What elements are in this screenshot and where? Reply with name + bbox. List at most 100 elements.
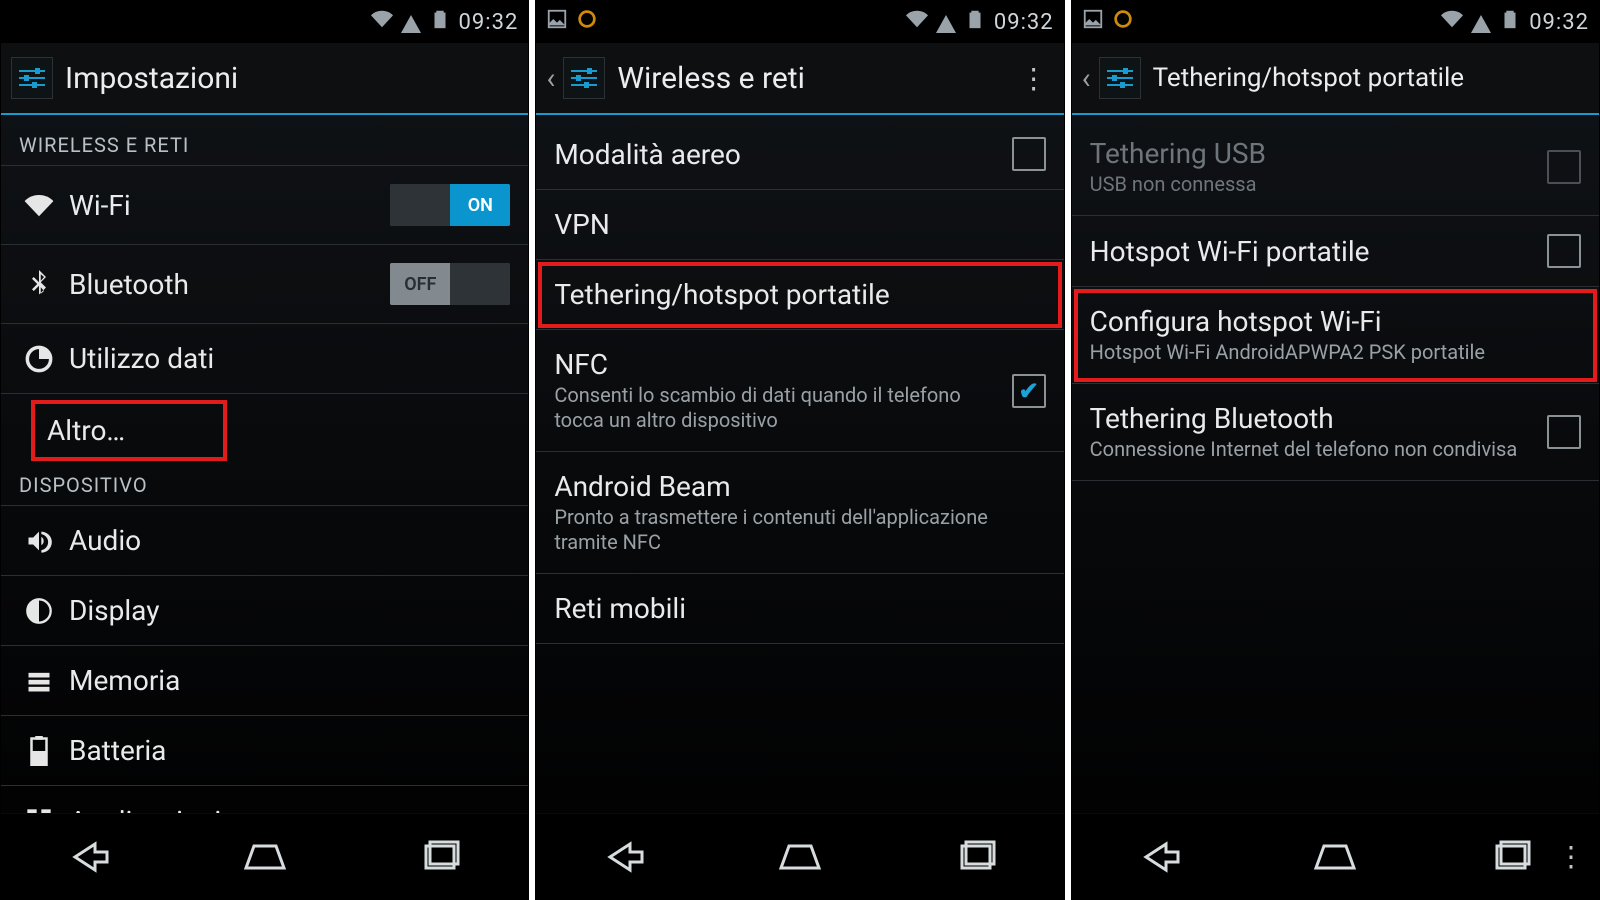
status-bar: 09:32 <box>536 1 1063 43</box>
clock-text: 09:32 <box>994 10 1054 35</box>
battery-icon <box>1499 8 1521 36</box>
row-wifi[interactable]: Wi-Fi ON <box>1 166 528 245</box>
section-wireless: WIRELESS E RETI <box>1 119 528 166</box>
row-battery[interactable]: Batteria <box>1 716 528 786</box>
nav-home[interactable] <box>205 832 325 882</box>
signal-icon <box>401 15 421 33</box>
settings-app-icon[interactable] <box>563 57 605 99</box>
nav-back[interactable] <box>29 832 149 882</box>
row-vpn[interactable]: VPN <box>536 190 1063 260</box>
row-mobile-networks[interactable]: Reti mobili <box>536 574 1063 644</box>
storage-label: Memoria <box>69 664 510 697</box>
configure-sublabel: Hotspot Wi-Fi AndroidAPWPA2 PSK portatil… <box>1090 340 1581 365</box>
row-wifi-hotspot[interactable]: Hotspot Wi-Fi portatile <box>1072 216 1599 287</box>
row-display[interactable]: Display <box>1 576 528 646</box>
row-tethering[interactable]: Tethering/hotspot portatile <box>536 260 1063 330</box>
row-bluetooth[interactable]: Bluetooth OFF <box>1 245 528 324</box>
storage-icon <box>19 667 59 695</box>
row-data-usage[interactable]: Utilizzo dati <box>1 324 528 394</box>
row-more[interactable]: Altro… <box>29 398 229 463</box>
airplane-checkbox[interactable] <box>1012 137 1046 171</box>
bt-sublabel: Connessione Internet del telefono non co… <box>1090 437 1547 462</box>
usb-label: Tethering USB <box>1090 137 1547 170</box>
phone-wireless: 09:32 ‹ Wireless e reti Modalità aereo V… <box>535 0 1064 900</box>
bt-checkbox[interactable] <box>1547 415 1581 449</box>
nfc-checkbox[interactable] <box>1012 374 1046 408</box>
screenshot-notif-icon <box>546 8 568 36</box>
bluetooth-icon <box>19 270 59 298</box>
airplane-label: Modalità aereo <box>554 138 1011 171</box>
wifi-label: Wi-Fi <box>69 189 390 222</box>
display-label: Display <box>69 594 510 627</box>
nav-recent[interactable] <box>916 832 1036 882</box>
nav-back[interactable] <box>1100 832 1220 882</box>
screen-title: Wireless e reti <box>617 61 805 96</box>
row-beam[interactable]: Android Beam Pronto a trasmettere i cont… <box>536 452 1063 574</box>
usb-checkbox <box>1547 150 1581 184</box>
usb-sublabel: USB non connessa <box>1090 172 1547 197</box>
wifi-icon <box>19 190 59 220</box>
battery-icon <box>964 8 986 36</box>
battery-settings-icon <box>19 736 59 766</box>
tethering-list: Tethering USB USB non connessa Hotspot W… <box>1072 115 1599 813</box>
settings-app-icon[interactable] <box>1099 57 1141 99</box>
configure-label: Configura hotspot Wi-Fi <box>1090 305 1581 338</box>
row-storage[interactable]: Memoria <box>1 646 528 716</box>
nav-recent[interactable] <box>380 832 500 882</box>
nfc-sublabel: Consenti lo scambio di dati quando il te… <box>554 383 1011 433</box>
wifi-toggle[interactable]: ON <box>390 184 510 226</box>
back-chevron-icon[interactable]: ‹ <box>1082 61 1091 96</box>
screen-title: Tethering/hotspot portatile <box>1153 63 1464 93</box>
phone-settings: 09:32 Impostazioni WIRELESS E RETI Wi-Fi… <box>0 0 529 900</box>
wireless-list: Modalità aereo VPN Tethering/hotspot por… <box>536 115 1063 813</box>
back-chevron-icon[interactable]: ‹ <box>546 61 555 96</box>
screenshot-notif-icon <box>1082 8 1104 36</box>
tethering-label: Tethering/hotspot portatile <box>554 278 1045 311</box>
phone-tethering: 09:32 ‹ Tethering/hotspot portatile Teth… <box>1071 0 1600 900</box>
bluetooth-toggle[interactable]: OFF <box>390 263 510 305</box>
nav-back[interactable] <box>564 832 684 882</box>
row-configure-hotspot[interactable]: Configura hotspot Wi-Fi Hotspot Wi-Fi An… <box>1072 287 1599 384</box>
data-usage-label: Utilizzo dati <box>69 342 510 375</box>
nav-bar <box>536 813 1063 899</box>
row-airplane[interactable]: Modalità aereo <box>536 119 1063 190</box>
wifi-status-icon <box>371 8 393 36</box>
wifi-status-icon <box>1441 8 1463 36</box>
overflow-menu-icon[interactable] <box>1014 62 1054 95</box>
nav-home[interactable] <box>1275 832 1395 882</box>
display-icon <box>19 597 59 625</box>
action-bar: ‹ Wireless e reti <box>536 43 1063 115</box>
row-audio[interactable]: Audio <box>1 506 528 576</box>
clock-text: 09:32 <box>459 10 519 35</box>
clock-text: 09:32 <box>1529 10 1589 35</box>
nav-recent[interactable] <box>1451 832 1571 882</box>
vpn-label: VPN <box>554 208 1045 241</box>
audio-icon <box>19 527 59 555</box>
bt-label: Tethering Bluetooth <box>1090 402 1547 435</box>
hotspot-checkbox[interactable] <box>1547 234 1581 268</box>
nav-home[interactable] <box>740 832 860 882</box>
notif-dot-icon <box>576 8 598 36</box>
beam-sublabel: Pronto a trasmettere i contenuti dell'ap… <box>554 505 1045 555</box>
row-apps[interactable]: Applicazioni <box>1 786 528 813</box>
toggle-on-text: ON <box>450 184 510 226</box>
bluetooth-label: Bluetooth <box>69 268 390 301</box>
screen-title: Impostazioni <box>65 61 238 96</box>
nav-overflow-icon[interactable] <box>1557 840 1585 873</box>
row-nfc[interactable]: NFC Consenti lo scambio di dati quando i… <box>536 330 1063 452</box>
nfc-label: NFC <box>554 348 1011 381</box>
apps-icon <box>19 807 59 813</box>
battery-icon <box>429 8 451 36</box>
audio-label: Audio <box>69 524 510 557</box>
more-label: Altro… <box>47 414 211 447</box>
status-bar: 09:32 <box>1 1 528 43</box>
signal-icon <box>1471 15 1491 33</box>
notif-dot-icon <box>1112 8 1134 36</box>
section-device: DISPOSITIVO <box>1 467 528 506</box>
row-usb-tether: Tethering USB USB non connessa <box>1072 119 1599 216</box>
action-bar: ‹ Tethering/hotspot portatile <box>1072 43 1599 115</box>
row-bt-tether[interactable]: Tethering Bluetooth Connessione Internet… <box>1072 384 1599 481</box>
toggle-off-text: OFF <box>390 263 450 305</box>
beam-label: Android Beam <box>554 470 1045 503</box>
action-bar: Impostazioni <box>1 43 528 115</box>
